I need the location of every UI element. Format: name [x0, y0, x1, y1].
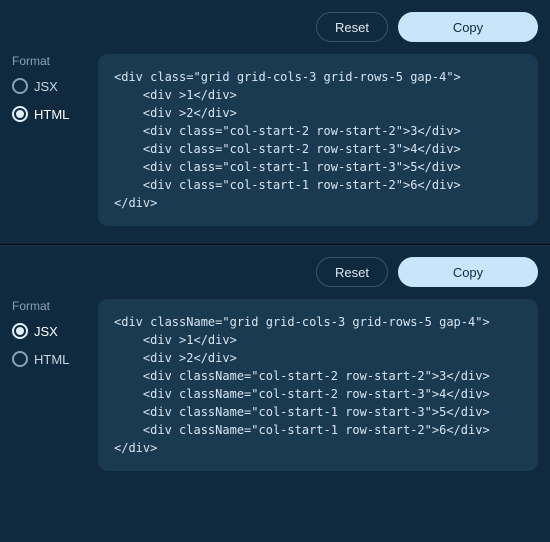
format-label: Format	[12, 54, 84, 68]
radio-label: HTML	[34, 107, 69, 122]
code-panel: Reset Copy Format JSX HTML <div classNam…	[0, 244, 550, 489]
code-output[interactable]: <div className="grid grid-cols-3 grid-ro…	[98, 299, 538, 471]
format-column: Format JSX HTML	[12, 299, 84, 471]
radio-option-jsx[interactable]: JSX	[12, 323, 84, 339]
reset-button[interactable]: Reset	[316, 257, 388, 287]
radio-icon	[12, 351, 28, 367]
radio-option-jsx[interactable]: JSX	[12, 78, 84, 94]
radio-option-html[interactable]: HTML	[12, 351, 84, 367]
toolbar: Reset Copy	[12, 12, 538, 42]
radio-icon	[12, 78, 28, 94]
radio-label: HTML	[34, 352, 69, 367]
radio-label: JSX	[34, 324, 58, 339]
code-output[interactable]: <div class="grid grid-cols-3 grid-rows-5…	[98, 54, 538, 226]
radio-icon	[12, 106, 28, 122]
format-label: Format	[12, 299, 84, 313]
radio-label: JSX	[34, 79, 58, 94]
copy-button[interactable]: Copy	[398, 12, 538, 42]
content-row: Format JSX HTML <div class="grid grid-co…	[12, 54, 538, 226]
radio-icon	[12, 323, 28, 339]
code-panel: Reset Copy Format JSX HTML <div class="g…	[0, 0, 550, 244]
reset-button[interactable]: Reset	[316, 12, 388, 42]
copy-button[interactable]: Copy	[398, 257, 538, 287]
content-row: Format JSX HTML <div className="grid gri…	[12, 299, 538, 471]
radio-option-html[interactable]: HTML	[12, 106, 84, 122]
format-column: Format JSX HTML	[12, 54, 84, 226]
toolbar: Reset Copy	[12, 257, 538, 287]
